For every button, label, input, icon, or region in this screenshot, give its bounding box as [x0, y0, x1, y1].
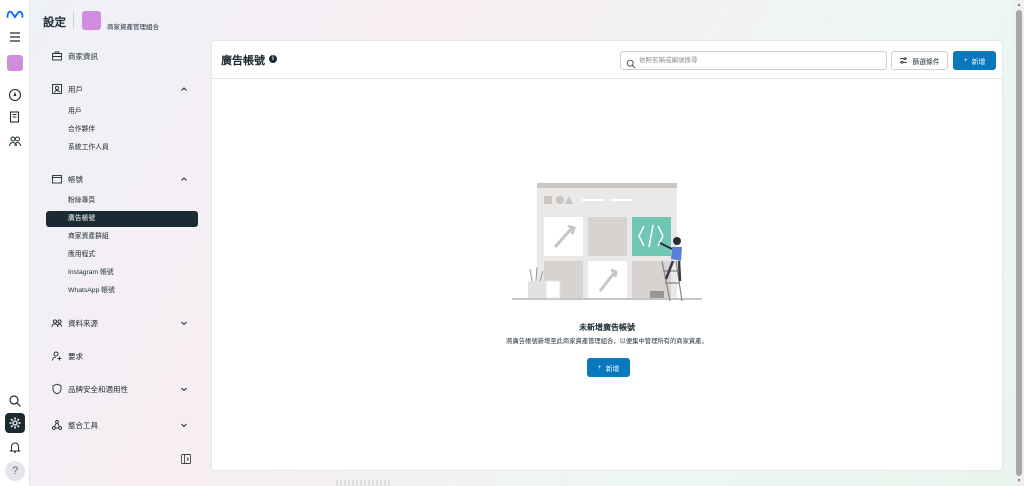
- sidebar-section-label: 整合工具: [68, 420, 98, 430]
- sidebar-item-instagram-accounts[interactable]: Instagram 帳號: [46, 265, 198, 281]
- sidebar-section-integrations[interactable]: 整合工具: [46, 416, 198, 434]
- chevron-down-icon: [180, 319, 188, 327]
- user-card-icon: [51, 83, 63, 95]
- sidebar-item-whatsapp-accounts[interactable]: WhatsApp 帳號: [46, 283, 198, 299]
- empty-state-add-button[interactable]: + 新增: [587, 358, 630, 377]
- panel-header: 廣告帳號 i 篩選條件 + 新增: [212, 41, 1002, 79]
- sidebar-section-accounts[interactable]: 帳號: [46, 170, 198, 188]
- sidebar-item-system-users[interactable]: 系統工作人員: [46, 140, 198, 156]
- plus-icon: +: [963, 57, 968, 64]
- scrollbar[interactable]: ▲ ▼: [1014, 0, 1024, 486]
- sidebar-section-data-sources[interactable]: 資料來源: [46, 314, 198, 332]
- sidebar-section-label: 資料來源: [68, 318, 98, 328]
- business-name[interactable]: 商家資產管理組合: [107, 21, 159, 31]
- search-icon: [626, 56, 636, 69]
- briefcase-icon: [51, 50, 63, 62]
- scrollbar-thumb[interactable]: [1016, 10, 1022, 476]
- sidebar-item-requests[interactable]: 要求: [46, 347, 198, 365]
- business-avatar[interactable]: [7, 55, 23, 71]
- person-add-icon: [51, 350, 63, 362]
- collapse-sidebar-icon[interactable]: [180, 452, 192, 464]
- main-panel: 廣告帳號 i 篩選條件 + 新增: [211, 40, 1003, 471]
- add-new-button[interactable]: + 新增: [953, 51, 996, 70]
- sidebar-section-label: 用戶: [68, 84, 83, 94]
- sidebar-item-label: 要求: [68, 351, 83, 361]
- shield-icon: [51, 383, 63, 395]
- sidebar-item-business-info[interactable]: 商家資訊: [46, 47, 198, 65]
- scroll-up-icon[interactable]: ▲: [1016, 2, 1022, 8]
- folder-icon: [51, 173, 63, 185]
- empty-state-description: 將廣告帳號新增至此商家資產管理組合，以便集中管理所有的商家資產。: [506, 338, 708, 345]
- sidebar-item-apps[interactable]: 應用程式: [46, 247, 198, 263]
- meta-logo-icon[interactable]: [5, 4, 25, 24]
- filter-button[interactable]: 篩選條件: [891, 51, 948, 70]
- chevron-up-icon: [180, 85, 188, 93]
- compass-icon[interactable]: [5, 85, 25, 105]
- sidebar-item-pages[interactable]: 粉絲專頁: [46, 193, 198, 209]
- page-title: 廣告帳號: [221, 55, 265, 67]
- bell-icon[interactable]: [5, 437, 25, 457]
- empty-state-add-button-label: 新增: [605, 365, 620, 373]
- chevron-down-icon: [180, 421, 188, 429]
- sidebar-item-business-asset-groups[interactable]: 商家資產群組: [46, 229, 198, 245]
- header-divider: [73, 11, 74, 29]
- left-rail: ?: [0, 0, 30, 486]
- empty-state-title: 未新增廣告帳號: [579, 323, 635, 332]
- sidebar-item-ad-accounts[interactable]: 廣告帳號: [46, 211, 198, 227]
- help-icon[interactable]: ?: [5, 461, 25, 481]
- chevron-down-icon: [180, 385, 188, 393]
- search-box[interactable]: [620, 51, 887, 70]
- search-input[interactable]: [639, 54, 879, 67]
- business-logo[interactable]: [82, 11, 101, 30]
- pages-icon[interactable]: [5, 107, 25, 127]
- sidebar-item-label: 商家資訊: [68, 51, 98, 61]
- sidebar-section-label: 品牌安全和適用性: [68, 384, 128, 394]
- people-icon: [51, 317, 63, 329]
- bottom-scroll-hint: [336, 480, 390, 486]
- gear-icon[interactable]: [5, 413, 25, 433]
- chevron-up-icon: [180, 175, 188, 183]
- add-new-button-label: 新增: [971, 58, 986, 66]
- people-icon[interactable]: [5, 131, 25, 151]
- sidebar-item-users[interactable]: 用戶: [46, 104, 198, 120]
- search-icon[interactable]: [5, 391, 25, 411]
- sidebar-item-partners[interactable]: 合作夥伴: [46, 122, 198, 138]
- integration-icon: [51, 419, 63, 431]
- scroll-down-icon[interactable]: ▼: [1016, 478, 1022, 484]
- sidebar-section-label: 帳號: [68, 174, 83, 184]
- sidebar-section-brand-safety[interactable]: 品牌安全和適用性: [46, 380, 198, 398]
- filter-button-label: 篩選條件: [912, 58, 940, 66]
- sidebar-section-users[interactable]: 用戶: [46, 80, 198, 98]
- menu-icon[interactable]: [5, 27, 25, 47]
- plus-icon: +: [597, 364, 602, 371]
- sliders-icon: [900, 57, 908, 64]
- empty-state-illustration: [512, 183, 702, 302]
- settings-title: 設定: [43, 17, 66, 29]
- info-icon[interactable]: i: [269, 55, 277, 63]
